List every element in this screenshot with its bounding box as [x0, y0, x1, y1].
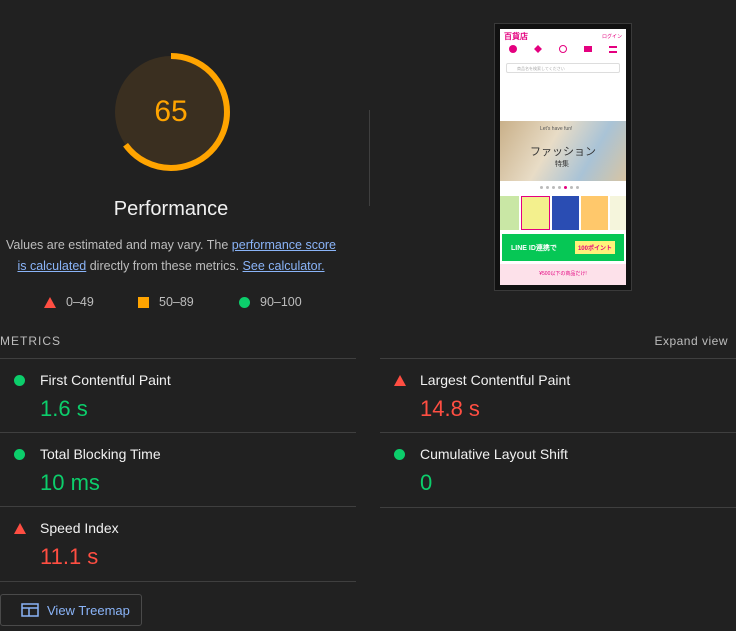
description-text-middle: directly from these metrics. — [86, 259, 243, 273]
treemap-icon — [21, 603, 39, 617]
screenshot-promo-tiles — [500, 196, 626, 230]
screenshot-nav-icon — [609, 46, 618, 53]
view-treemap-label: View Treemap — [47, 602, 130, 618]
screenshot-fashion-banner: Let's have fun! ファッション 特集 — [500, 121, 626, 181]
performance-title: Performance — [113, 198, 229, 220]
screenshot-login: ログイン — [601, 34, 622, 40]
metric-label: Cumulative Layout Shift — [420, 446, 568, 462]
banner-title: ファッション — [530, 145, 596, 158]
metric-label: Total Blocking Time — [40, 446, 161, 462]
score-description: Values are estimated and may vary. The p… — [0, 235, 342, 277]
screenshot-nav-icon — [533, 45, 542, 53]
legend-fail: 0–49 — [44, 295, 94, 309]
screenshot-carousel-dots — [540, 186, 579, 189]
banner-tag: Let's have fun! — [540, 126, 573, 132]
screenshot-line-banner: LINE ID連携で 100ポイント — [502, 234, 624, 261]
metric-value: 1.6 s — [40, 396, 88, 421]
screenshot-logo: 百貨店 — [504, 32, 528, 41]
legend-average: 50–89 — [138, 295, 194, 309]
metrics-header: METRICS — [0, 334, 61, 348]
see-calculator-link[interactable]: See calculator. — [243, 259, 325, 273]
screenshot-nav-icon — [508, 45, 517, 53]
fail-triangle-icon — [394, 375, 406, 386]
circle-icon — [239, 296, 250, 308]
description-text: Values are estimated and may vary. The — [5, 238, 232, 252]
screenshot-content: 百貨店 ログイン 商品名を検索してください Let's have fun! ファ… — [500, 29, 626, 285]
banner-sub: 特集 — [555, 161, 569, 168]
metric-first-contentful-paint: First Contentful Paint 1.6 s — [0, 358, 356, 433]
metric-value: 14.8 s — [420, 396, 480, 421]
expand-view-toggle[interactable]: Expand view — [654, 334, 728, 348]
metric-cumulative-layout-shift: Cumulative Layout Shift 0 — [380, 432, 736, 508]
metric-value: 10 ms — [40, 470, 100, 495]
performance-score-value: 65 — [154, 95, 188, 128]
metric-value: 0 — [420, 470, 433, 495]
metric-label: First Contentful Paint — [40, 372, 171, 388]
line-banner-points: 100ポイント — [574, 241, 615, 254]
line-banner-text: LINE ID連携で — [511, 244, 557, 252]
legend-pass-label: 90–100 — [260, 295, 302, 309]
metric-speed-index: Speed Index 11.1 s — [0, 506, 356, 582]
fail-triangle-icon — [14, 523, 26, 534]
pass-circle-icon — [14, 375, 25, 386]
vertical-divider — [369, 110, 370, 206]
metric-total-blocking-time: Total Blocking Time 10 ms — [0, 432, 356, 507]
screenshot-nav-icon — [584, 46, 593, 52]
view-treemap-button[interactable]: View Treemap — [0, 594, 142, 626]
screenshot-search: 商品名を検索してください — [506, 63, 620, 73]
page-screenshot-thumbnail[interactable]: 百貨店 ログイン 商品名を検索してください Let's have fun! ファ… — [494, 23, 632, 291]
square-icon — [138, 296, 149, 308]
pass-circle-icon — [14, 449, 25, 460]
screenshot-promo-strip: ¥500以下の商品だけ! — [500, 264, 626, 285]
pass-circle-icon — [394, 449, 405, 460]
metric-value: 11.1 s — [40, 544, 99, 569]
legend-pass: 90–100 — [239, 295, 302, 309]
screenshot-nav — [500, 43, 626, 61]
legend-fail-label: 0–49 — [66, 295, 94, 309]
metric-label: Largest Contentful Paint — [420, 372, 571, 388]
triangle-icon — [44, 296, 56, 308]
metric-label: Speed Index — [40, 520, 119, 536]
legend-average-label: 50–89 — [159, 295, 194, 309]
screenshot-nav-icon — [558, 45, 567, 53]
metric-largest-contentful-paint: Largest Contentful Paint 14.8 s — [380, 358, 736, 433]
